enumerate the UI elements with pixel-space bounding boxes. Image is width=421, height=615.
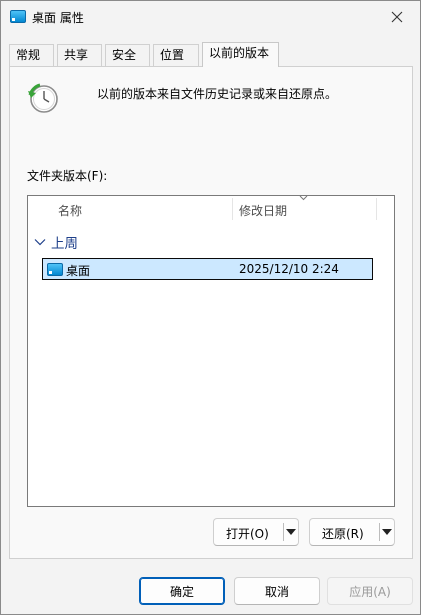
tab-label: 共享	[64, 48, 89, 62]
tab-location[interactable]: 位置	[153, 44, 199, 66]
ok-button-label: 确定	[169, 584, 194, 599]
column-separator[interactable]	[376, 198, 377, 220]
ok-button[interactable]: 确定	[139, 577, 225, 605]
tab-sharing[interactable]: 共享	[57, 44, 102, 66]
properties-window: 桌面 属性 常规 共享 安全 位置 以前的版本 以前的版本来自文件历史记录或来自…	[0, 0, 421, 615]
file-history-clock-icon	[28, 83, 58, 113]
close-icon	[391, 11, 403, 23]
apply-button-label: 应用(A)	[349, 584, 391, 599]
item-name: 桌面	[66, 264, 91, 278]
column-header: 名称 修改日期	[28, 195, 394, 224]
group-title: 上周	[51, 236, 78, 252]
info-text: 以前的版本来自文件历史记录或来自还原点。	[97, 87, 338, 101]
chevron-down-icon	[34, 239, 46, 246]
open-button-label: 打开(O)	[226, 527, 269, 541]
column-separator[interactable]	[232, 198, 233, 220]
tab-label: 常规	[16, 48, 41, 62]
title-bar: 桌面 属性	[1, 1, 420, 33]
tab-label: 以前的版本	[209, 46, 270, 60]
sort-arrow-icon	[299, 195, 308, 201]
list-item[interactable]: 桌面 2025/12/10 2:24	[42, 258, 373, 280]
cancel-button-label: 取消	[264, 584, 289, 599]
column-date-header[interactable]: 修改日期	[239, 202, 287, 219]
window-title: 桌面 属性	[32, 11, 84, 25]
desktop-folder-icon	[47, 263, 63, 276]
close-button[interactable]	[374, 1, 420, 33]
tab-previous-versions[interactable]: 以前的版本	[202, 42, 279, 67]
tab-label: 安全	[112, 48, 137, 62]
desktop-folder-icon	[10, 10, 26, 23]
folder-versions-label: 文件夹版本(F):	[27, 169, 108, 183]
split-divider	[379, 523, 380, 541]
split-divider	[283, 523, 284, 541]
open-split-button[interactable]: 打开(O)	[213, 518, 299, 546]
versions-list[interactable]: 名称 修改日期 上周 桌面 2025/12/10 2:24	[27, 195, 395, 507]
column-name-header[interactable]: 名称	[58, 202, 82, 219]
item-date: 2025/12/10 2:24	[239, 262, 339, 276]
group-header-last-week[interactable]: 上周	[34, 233, 78, 252]
tab-general[interactable]: 常规	[9, 44, 54, 66]
apply-button: 应用(A)	[327, 577, 413, 605]
tab-label: 位置	[160, 48, 185, 62]
cancel-button[interactable]: 取消	[234, 577, 320, 605]
dropdown-arrow-icon[interactable]	[286, 529, 296, 535]
dropdown-arrow-icon[interactable]	[382, 529, 392, 535]
tab-security[interactable]: 安全	[105, 44, 150, 66]
restore-button-label: 还原(R)	[322, 527, 364, 541]
restore-split-button[interactable]: 还原(R)	[309, 518, 395, 546]
